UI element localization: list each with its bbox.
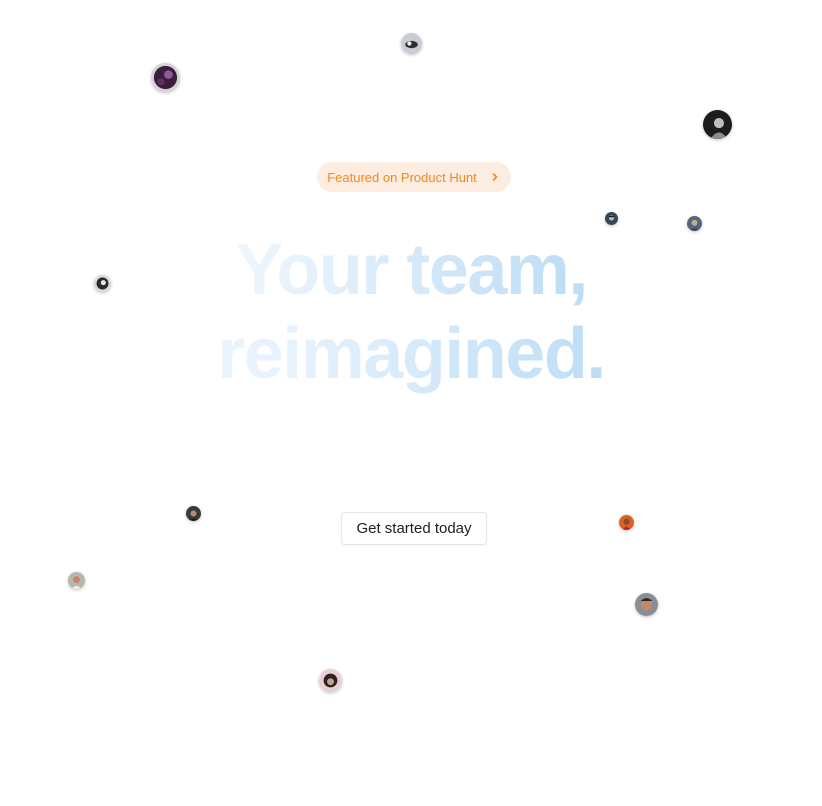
chevron-right-icon: [489, 171, 501, 183]
headline-line-2: reimagined.: [0, 312, 822, 396]
avatar: [186, 506, 201, 521]
avatar: [635, 593, 658, 616]
product-hunt-badge-label: Featured on Product Hunt: [327, 169, 477, 185]
headline-line-1: Your team,: [0, 228, 822, 312]
avatar: [619, 515, 634, 530]
get-started-button[interactable]: Get started today: [341, 512, 487, 545]
get-started-button-label: Get started today: [356, 520, 472, 537]
product-hunt-badge[interactable]: Featured on Product Hunt: [317, 162, 511, 192]
avatar: [151, 63, 180, 92]
avatar: [401, 33, 422, 54]
hero-headline: Your team, reimagined.: [0, 228, 822, 396]
avatar: [703, 110, 732, 139]
landing-hero: Featured on Product Hunt Your team, reim…: [0, 0, 822, 806]
avatar: [319, 669, 342, 692]
avatar: [605, 212, 618, 225]
avatar: [68, 572, 85, 589]
